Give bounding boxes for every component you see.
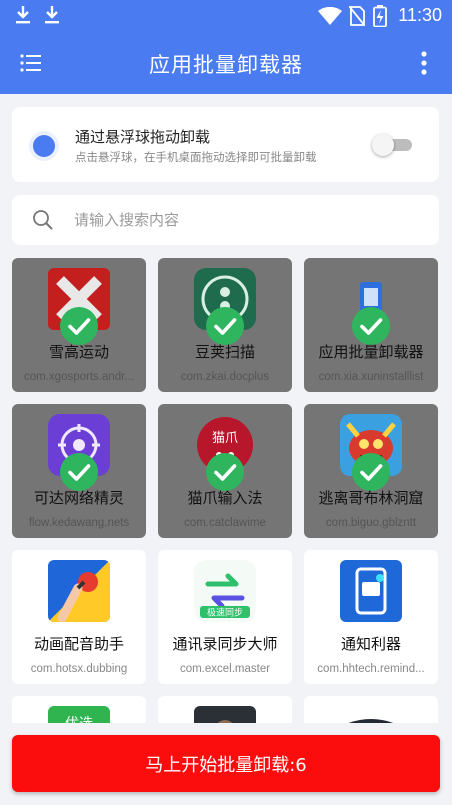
app-package: com.catclawime [184,517,266,529]
app-name: 动画配音助手 [33,635,124,653]
app-card-doujia[interactable]: 豆荚扫描 com.zkai.docplus [158,258,292,392]
app-package: com.zkai.docplus [180,371,270,383]
toggle-thumb [372,134,394,156]
app-package: com.hhtech.remind... [317,663,425,675]
float-ball-icon [29,131,59,161]
selected-check-icon [206,453,244,491]
app-package: com.biguo.gblzntt [325,517,417,529]
app-card[interactable]: 优选 [12,696,146,723]
app-card-maozhua[interactable]: 猫爪 猫爪输入法 com.catclawime [158,404,292,538]
selected-check-icon [206,307,244,345]
more-vert-icon[interactable] [420,51,428,75]
app-icon [340,706,402,723]
no-signal-icon [349,6,365,26]
youxuan-app-icon: 优选 [48,706,110,723]
app-package: com.xia.xuninstalllist [318,371,424,383]
app-name: 逃离哥布林洞窟 [318,489,424,507]
app-card-keda[interactable]: 可达网络精灵 flow.kedawang.nets [12,404,146,538]
float-uninstall-toggle[interactable] [372,134,414,156]
sync-icon-text: 极速同步 [207,607,243,619]
app-name: 可达网络精灵 [33,489,124,507]
app-bar: 应用批量卸载器 [0,32,452,94]
app-card-xuegao[interactable]: 雪高运动 com.xgosports.andr... [12,258,146,392]
app-card-batch-uninstaller[interactable]: 应用批量卸载器 com.xia.xuninstalllist [304,258,438,392]
app-package: com.xgosports.andr... [24,371,134,383]
app-grid: 雪高运动 com.xgosports.andr... 豆荚扫描 com.zkai… [12,258,439,723]
battery-charging-icon [373,5,387,27]
selected-check-icon [60,307,98,345]
selected-check-icon [352,453,390,491]
app-name: 应用批量卸载器 [318,343,424,361]
app-name: 猫爪输入法 [187,489,263,507]
search-icon [33,210,53,230]
selected-check-icon [60,453,98,491]
download-icon [45,6,59,24]
app-card-goblin-cave[interactable]: 逃离哥布林洞窟 com.biguo.gblzntt [304,404,438,538]
contacts-sync-app-icon: 极速同步 [194,560,256,622]
app-card-dubbing[interactable]: 动画配音助手 com.hotsx.dubbing [12,550,146,684]
float-uninstall-card: 通过悬浮球拖动卸载 点击悬浮球，在手机桌面拖动选择即可批量卸载 [12,107,439,182]
dubbing-app-icon [48,560,110,622]
selected-check-icon [352,307,390,345]
youxuan-icon-text: 优选 [65,716,93,723]
start-batch-uninstall-button[interactable]: 马上开始批量卸载:6 [12,735,440,792]
wifi-icon [318,7,342,25]
notify-app-icon [340,560,402,622]
page-title: 应用批量卸载器 [149,53,303,77]
search-bar [12,195,439,245]
app-package: com.hotsx.dubbing [30,663,128,675]
app-card-contacts-sync[interactable]: 极速同步 通讯录同步大师 com.excel.master [158,550,292,684]
float-uninstall-title: 通过悬浮球拖动卸载 [75,128,211,146]
maozhua-icon-text: 猫爪 [212,431,238,446]
app-name: 通讯录同步大师 [172,635,278,653]
app-name: 雪高运动 [48,343,109,361]
app-package: com.excel.master [179,663,271,675]
app-card-notify-tool[interactable]: 通知利器 com.hhtech.remind... [304,550,438,684]
app-name: 豆荚扫描 [194,343,255,361]
status-bar: 11:30 [0,0,452,32]
app-name: 通知利器 [340,635,401,653]
search-input[interactable] [74,207,414,233]
app-package: flow.kedawang.nets [28,517,130,529]
app-card[interactable] [304,696,438,723]
status-time: 11:30 [398,5,442,25]
app-card[interactable] [158,696,292,723]
float-uninstall-subtitle: 点击悬浮球，在手机桌面拖动选择即可批量卸载 [75,150,317,164]
download-icon [16,6,30,24]
app-icon [194,706,256,723]
